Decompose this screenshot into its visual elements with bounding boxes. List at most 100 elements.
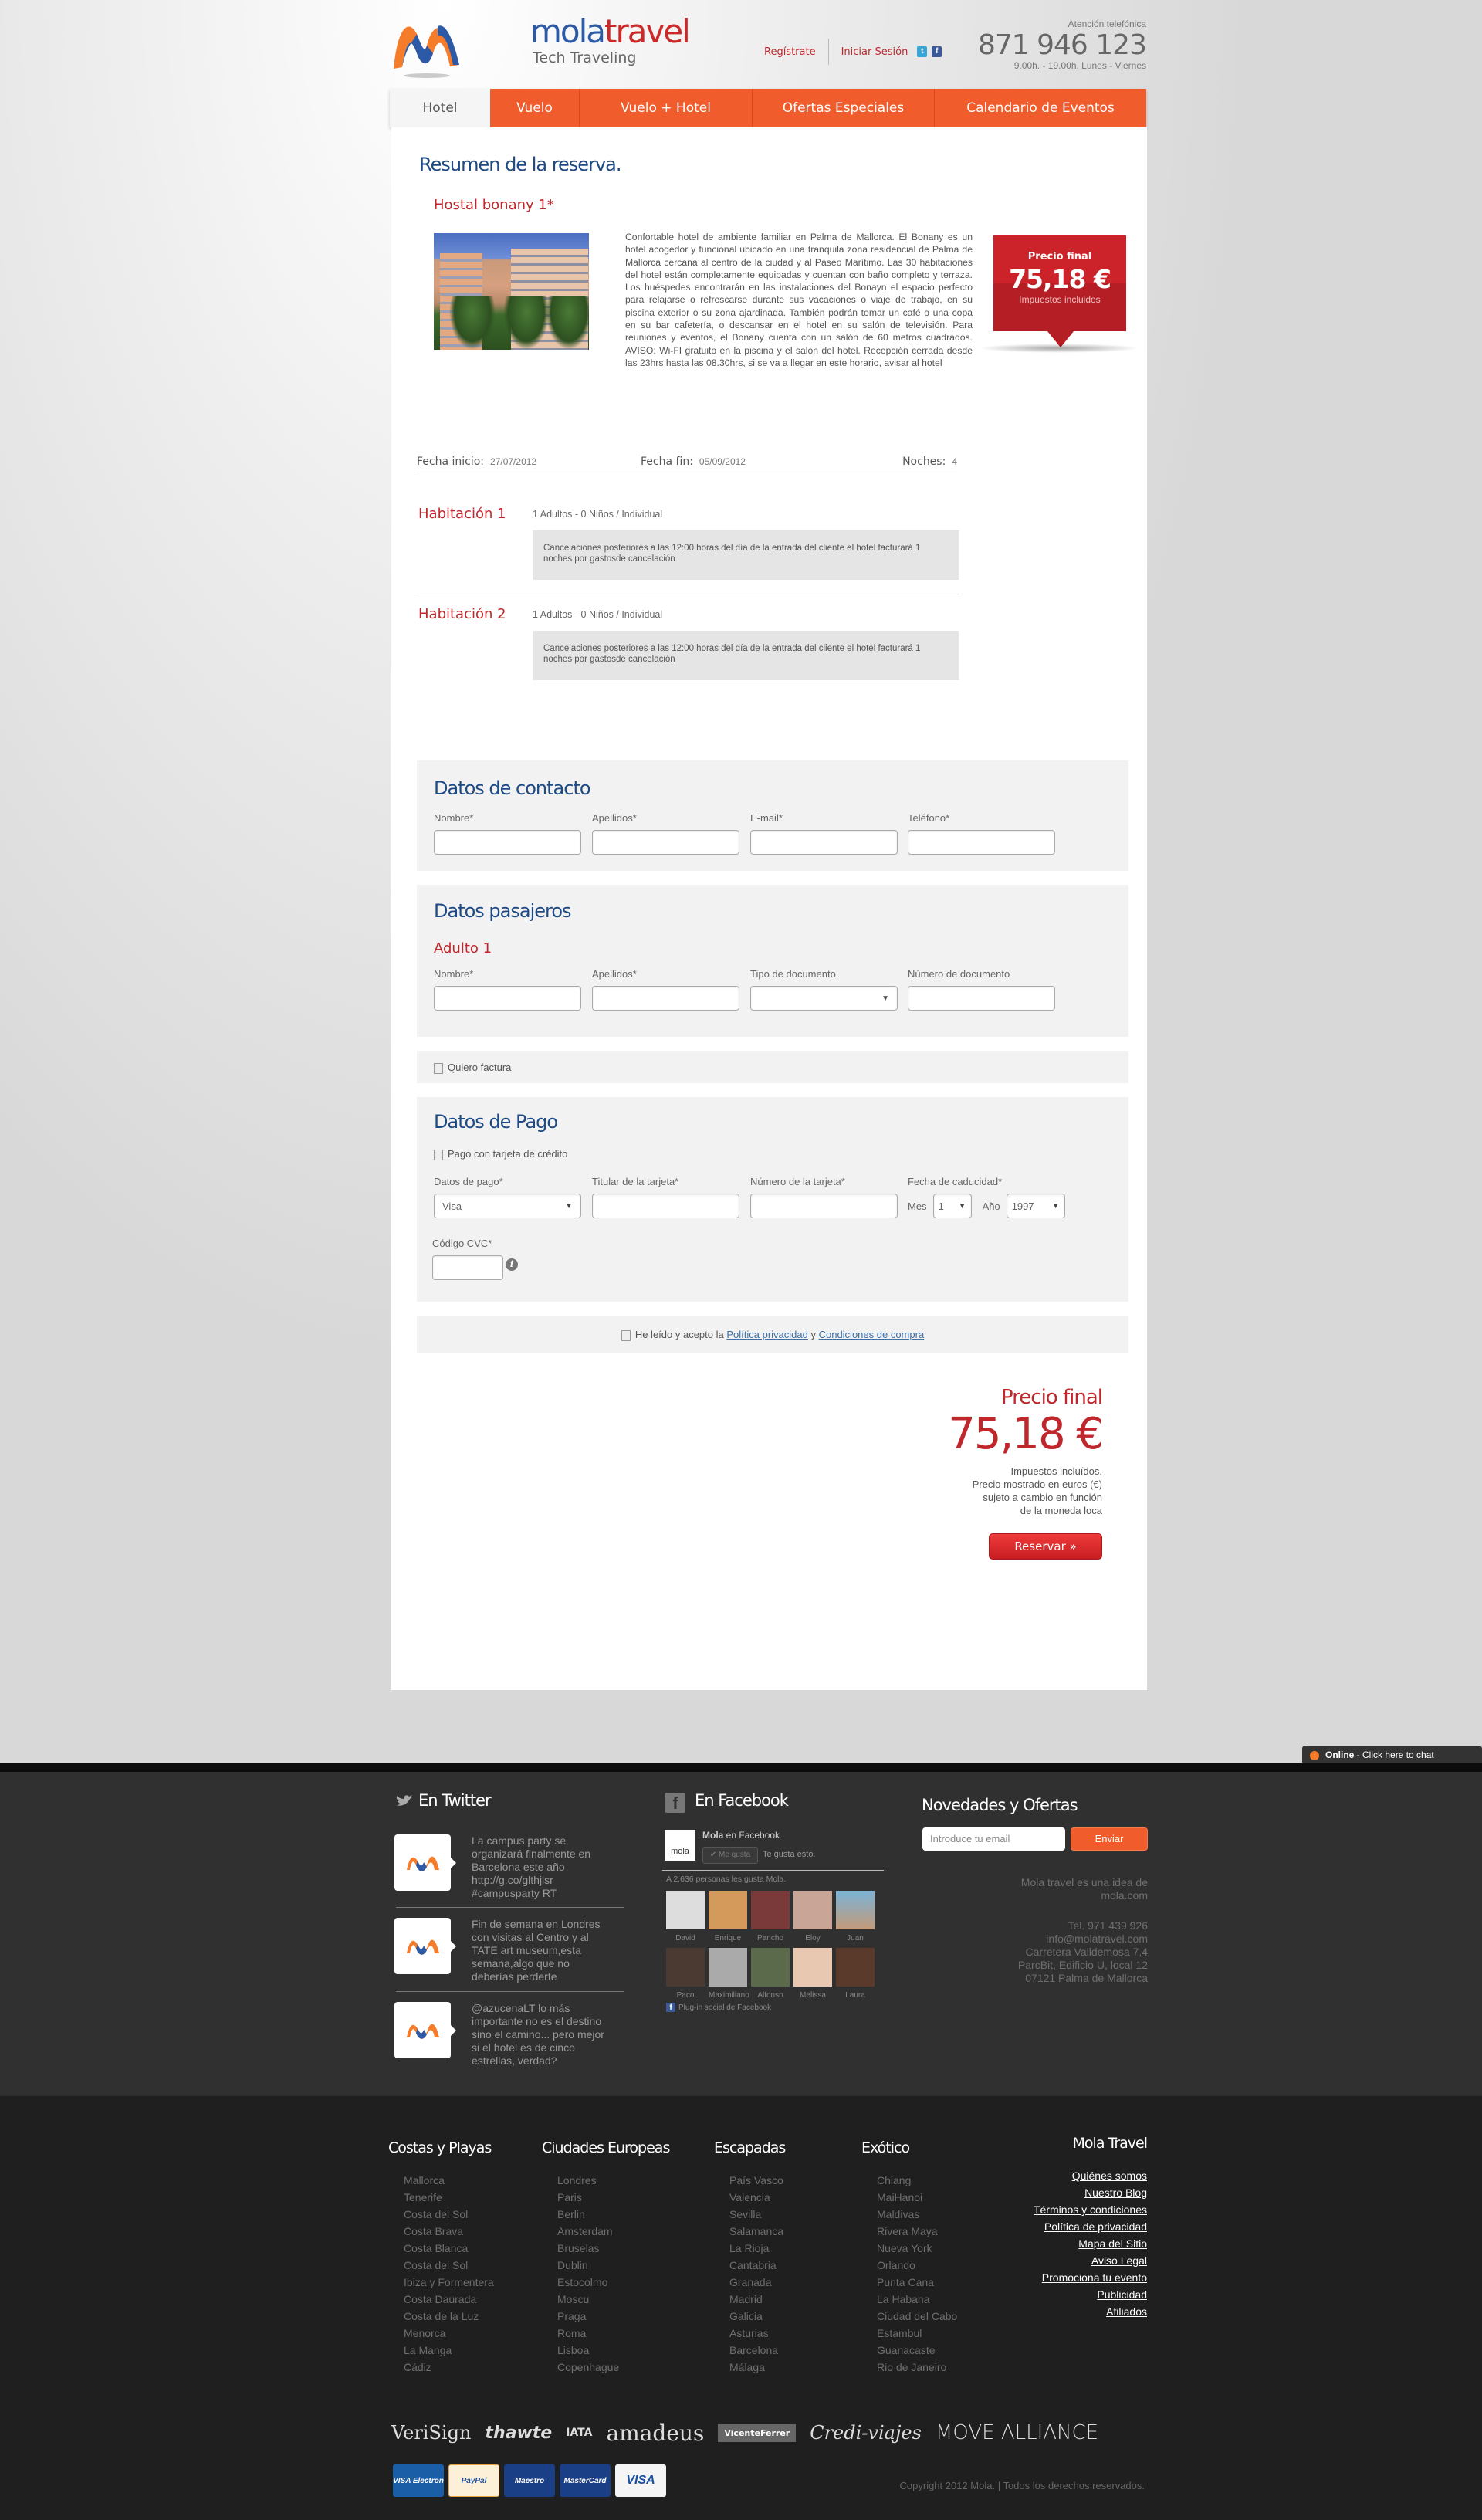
card-number-input[interactable] bbox=[750, 1194, 898, 1218]
company-link[interactable]: Publicidad bbox=[1097, 2288, 1147, 2301]
footer-link[interactable]: Costa Blanca bbox=[404, 2240, 494, 2257]
footer-link[interactable]: Maldivas bbox=[877, 2206, 957, 2223]
footer-link[interactable]: Granada bbox=[729, 2274, 785, 2291]
footer-link[interactable]: Orlando bbox=[877, 2257, 957, 2274]
contact-nombre-input[interactable] bbox=[434, 830, 581, 855]
footer-link[interactable]: Málaga bbox=[729, 2359, 785, 2376]
footer-link[interactable]: Estambul bbox=[877, 2325, 957, 2342]
fb-friend[interactable]: Laura bbox=[836, 1948, 875, 2000]
footer-link[interactable]: Lisboa bbox=[557, 2342, 669, 2359]
footer-link[interactable]: Valencia bbox=[729, 2189, 785, 2206]
newsletter-submit-button[interactable]: Enviar bbox=[1071, 1827, 1148, 1851]
fb-like-button[interactable]: ✔ Me gusta bbox=[702, 1847, 758, 1864]
footer-link[interactable]: La Habana bbox=[877, 2291, 957, 2308]
footer-link[interactable]: Mallorca bbox=[404, 2172, 494, 2189]
footer-link[interactable]: Guanacaste bbox=[877, 2342, 957, 2359]
footer-link[interactable]: Chiang bbox=[877, 2172, 957, 2189]
footer-link[interactable]: Dublin bbox=[557, 2257, 669, 2274]
reserve-button[interactable]: Reservar » bbox=[989, 1533, 1102, 1560]
footer-link[interactable]: La Rioja bbox=[729, 2240, 785, 2257]
month-select[interactable]: 1 ▼ bbox=[932, 1194, 972, 1218]
footer-link[interactable]: Amsterdam bbox=[557, 2223, 669, 2240]
login-link[interactable]: Iniciar Sesión bbox=[841, 46, 908, 58]
footer-link[interactable]: Tenerife bbox=[404, 2189, 494, 2206]
company-link[interactable]: Promociona tu evento bbox=[1042, 2271, 1147, 2284]
fb-friend[interactable]: David bbox=[666, 1891, 705, 1942]
company-link[interactable]: Quiénes somos bbox=[1072, 2169, 1147, 2182]
fb-friend[interactable]: Alfonso bbox=[751, 1948, 790, 2000]
footer-link[interactable]: Roma bbox=[557, 2325, 669, 2342]
newsletter-email-input[interactable]: Introduce tu email bbox=[922, 1827, 1065, 1851]
nav-hotel[interactable]: Hotel bbox=[390, 89, 490, 127]
footer-link[interactable]: Costa del Sol bbox=[404, 2257, 494, 2274]
fb-friend[interactable]: Enrique bbox=[709, 1891, 747, 1942]
footer-link[interactable]: Rio de Janeiro bbox=[877, 2359, 957, 2376]
footer-link[interactable]: Copenhague bbox=[557, 2359, 669, 2376]
mola-logo-icon[interactable] bbox=[390, 11, 463, 80]
footer-link[interactable]: Moscu bbox=[557, 2291, 669, 2308]
footer-link[interactable]: Menorca bbox=[404, 2325, 494, 2342]
footer-link[interactable]: Cantabria bbox=[729, 2257, 785, 2274]
document-number-input[interactable] bbox=[908, 986, 1055, 1011]
footer-link[interactable]: Costa del Sol bbox=[404, 2206, 494, 2223]
contact-email-input[interactable] bbox=[750, 830, 898, 855]
footer-link[interactable]: Nueva York bbox=[877, 2240, 957, 2257]
footer-link[interactable]: Praga bbox=[557, 2308, 669, 2325]
footer-link[interactable]: Paris bbox=[557, 2189, 669, 2206]
footer-link[interactable]: Ciudad del Cabo bbox=[877, 2308, 957, 2325]
company-link[interactable]: Términos y condiciones bbox=[1034, 2203, 1147, 2216]
contact-telefono-input[interactable] bbox=[908, 830, 1055, 855]
privacy-policy-link[interactable]: Política privacidad bbox=[726, 1329, 808, 1340]
passenger-nombre-input[interactable] bbox=[434, 986, 581, 1011]
footer-link[interactable]: Asturias bbox=[729, 2325, 785, 2342]
company-link[interactable]: Afiliados bbox=[1106, 2305, 1147, 2318]
twitter-icon[interactable]: t bbox=[917, 46, 928, 57]
company-link[interactable]: Política de privacidad bbox=[1044, 2220, 1147, 2233]
footer-link[interactable]: Galicia bbox=[729, 2308, 785, 2325]
footer-link[interactable]: Costa de la Luz bbox=[404, 2308, 494, 2325]
footer-link[interactable]: Ibiza y Formentera bbox=[404, 2274, 494, 2291]
nav-vuelo-hotel[interactable]: Vuelo + Hotel bbox=[580, 89, 753, 127]
facebook-icon[interactable]: f bbox=[932, 46, 942, 57]
cvc-input[interactable] bbox=[432, 1255, 503, 1280]
year-select[interactable]: 1997 ▼ bbox=[1006, 1194, 1065, 1218]
nav-vuelo[interactable]: Vuelo bbox=[490, 89, 580, 127]
footer-link[interactable]: Barcelona bbox=[729, 2342, 785, 2359]
footer-link[interactable]: MaiHanoi bbox=[877, 2189, 957, 2206]
contact-apellidos-input[interactable] bbox=[592, 830, 739, 855]
passenger-apellidos-input[interactable] bbox=[592, 986, 739, 1011]
fb-friend[interactable]: Pancho bbox=[751, 1891, 790, 1942]
invoice-checkbox[interactable] bbox=[434, 1062, 443, 1074]
fb-friend[interactable]: Maximiliano bbox=[709, 1948, 749, 2000]
credit-card-checkbox[interactable] bbox=[434, 1149, 443, 1160]
company-link[interactable]: Mapa del Sitio bbox=[1078, 2237, 1147, 2250]
nav-calendario-eventos[interactable]: Calendario de Eventos bbox=[935, 89, 1146, 127]
fb-friend[interactable]: Paco bbox=[666, 1948, 705, 2000]
payment-method-select[interactable]: Visa ▼ bbox=[434, 1194, 581, 1218]
footer-link[interactable]: País Vasco bbox=[729, 2172, 785, 2189]
footer-link[interactable]: Salamanca bbox=[729, 2223, 785, 2240]
company-link[interactable]: Nuestro Blog bbox=[1084, 2186, 1147, 2199]
fb-friend[interactable]: Eloy bbox=[793, 1891, 832, 1942]
footer-link[interactable]: Londres bbox=[557, 2172, 669, 2189]
card-holder-input[interactable] bbox=[592, 1194, 739, 1218]
footer-link[interactable]: Costa Brava bbox=[404, 2223, 494, 2240]
company-link[interactable]: Aviso Legal bbox=[1091, 2254, 1147, 2267]
fb-friend[interactable]: Melissa bbox=[793, 1948, 832, 2000]
register-link[interactable]: Regístrate bbox=[764, 46, 816, 58]
footer-link[interactable]: Estocolmo bbox=[557, 2274, 669, 2291]
terms-checkbox[interactable] bbox=[621, 1329, 631, 1341]
footer-link[interactable]: Costa Daurada bbox=[404, 2291, 494, 2308]
footer-link[interactable]: La Manga bbox=[404, 2342, 494, 2359]
footer-link[interactable]: Madrid bbox=[729, 2291, 785, 2308]
footer-link[interactable]: Rivera Maya bbox=[877, 2223, 957, 2240]
footer-link[interactable]: Sevilla bbox=[729, 2206, 785, 2223]
document-type-select[interactable]: ▼ bbox=[750, 986, 898, 1011]
fb-friend[interactable]: Juan bbox=[836, 1891, 875, 1942]
footer-link[interactable]: Berlin bbox=[557, 2206, 669, 2223]
footer-link[interactable]: Cádiz bbox=[404, 2359, 494, 2376]
footer-link[interactable]: Bruselas bbox=[557, 2240, 669, 2257]
info-icon[interactable]: i bbox=[506, 1258, 518, 1271]
footer-link[interactable]: Punta Cana bbox=[877, 2274, 957, 2291]
nav-ofertas-especiales[interactable]: Ofertas Especiales bbox=[753, 89, 935, 127]
